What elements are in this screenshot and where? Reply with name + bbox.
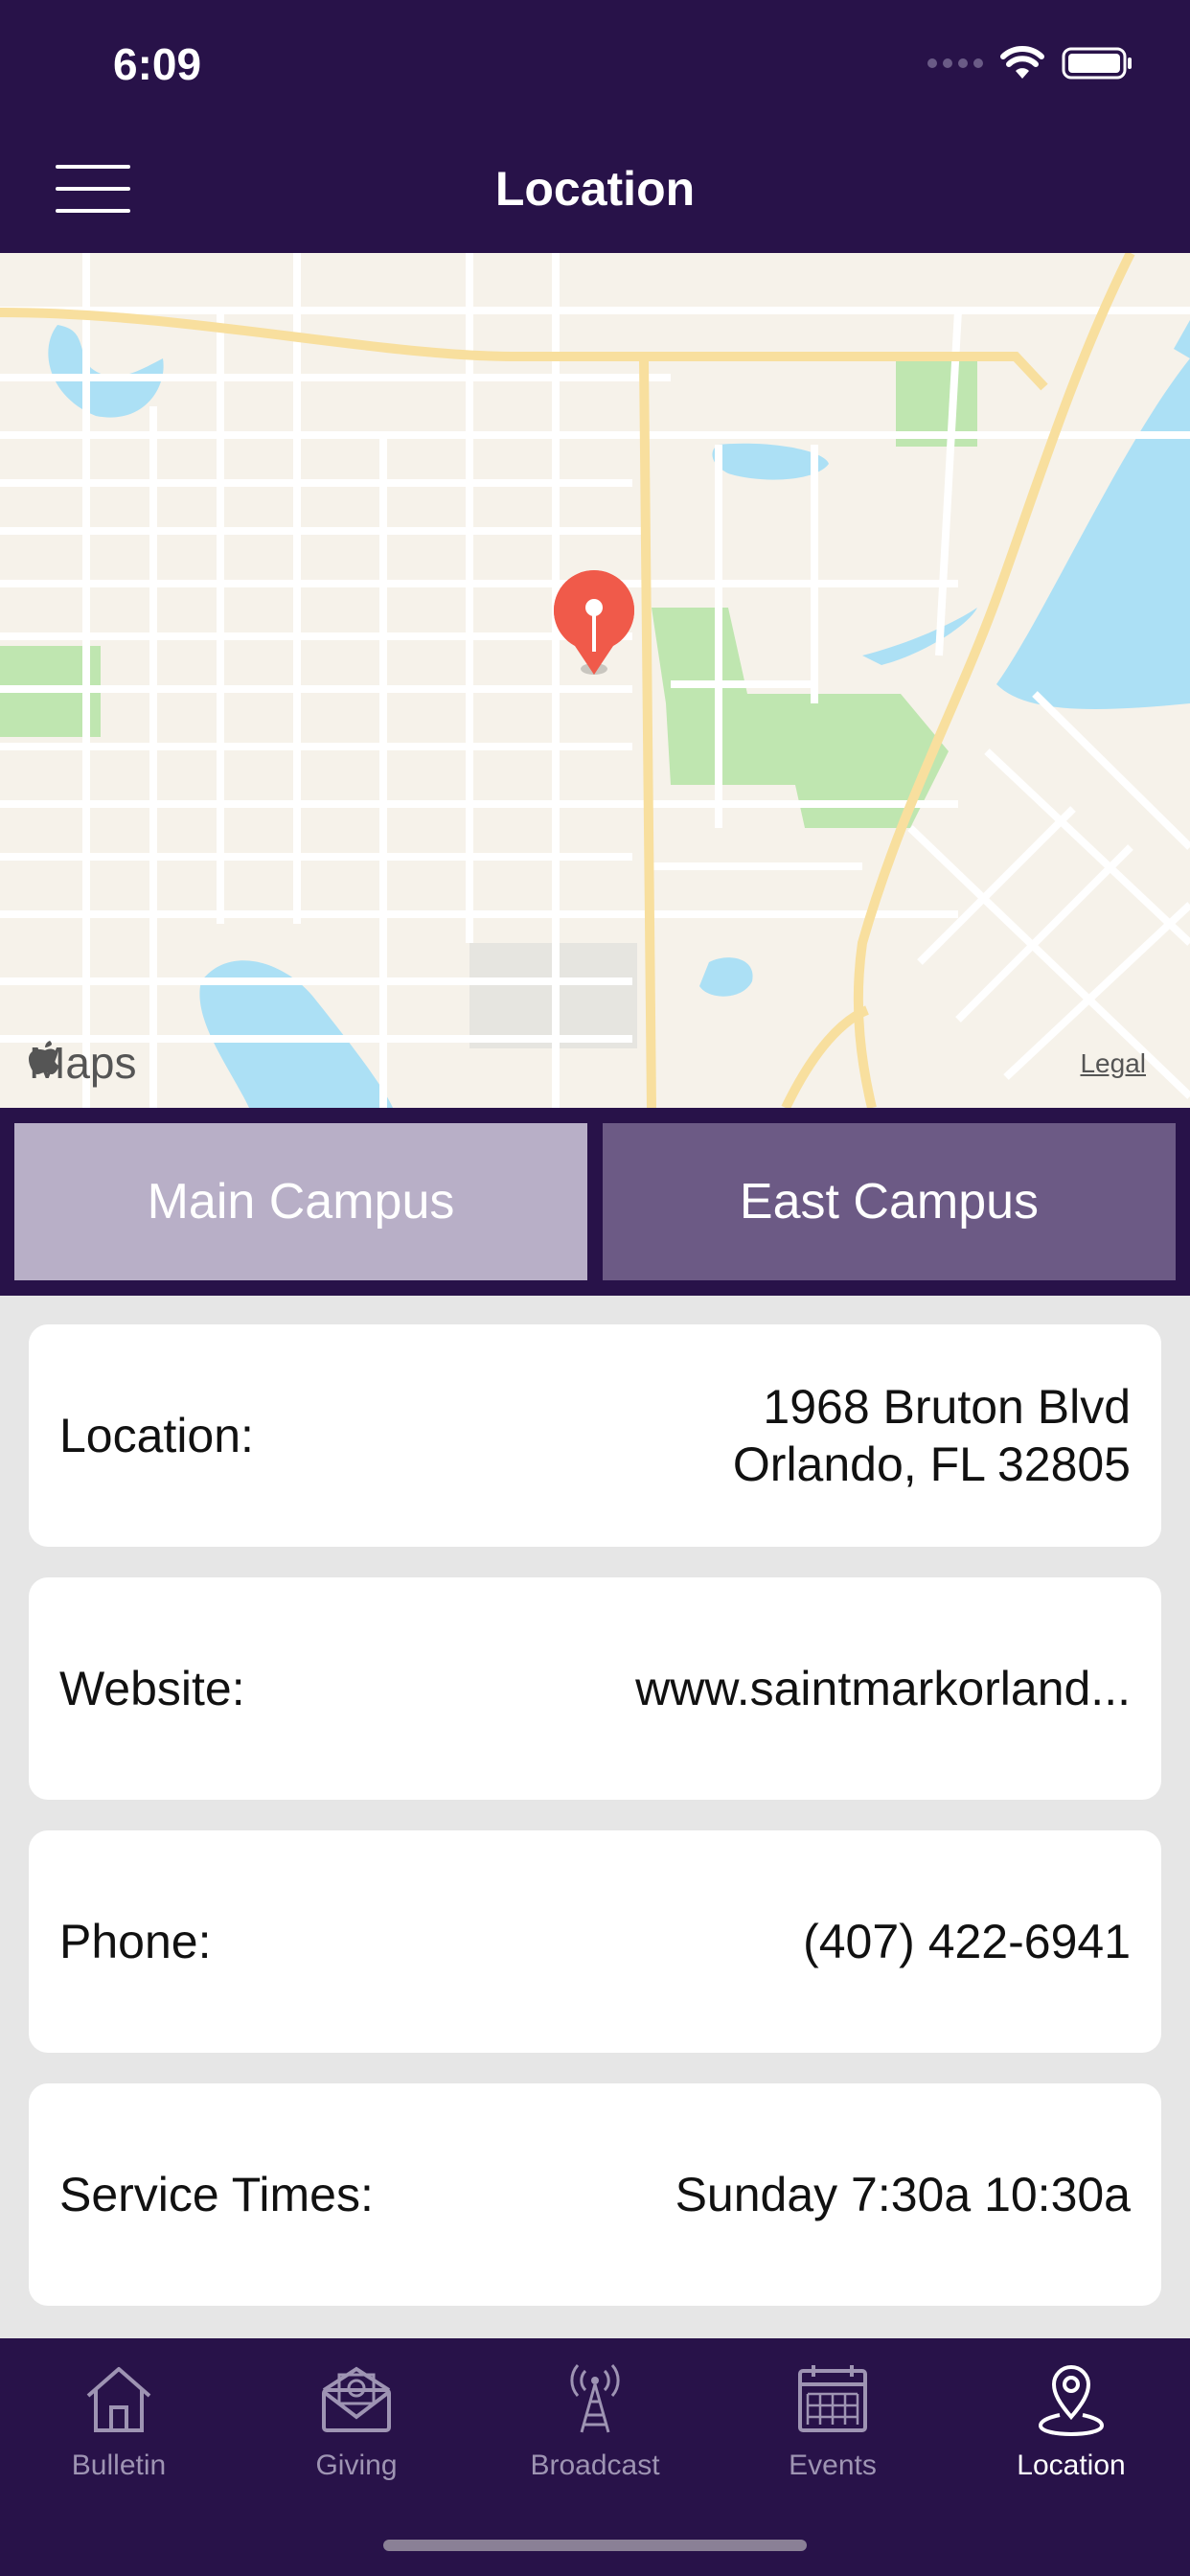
location-card[interactable]: Location: 1968 Bruton Blvd Orlando, FL 3… xyxy=(29,1324,1161,1547)
antenna-icon xyxy=(570,2364,620,2433)
house-icon xyxy=(86,2367,151,2432)
apple-maps-attribution: Maps xyxy=(29,1037,136,1089)
tab-location-label: Location xyxy=(1017,2450,1126,2481)
tab-giving[interactable]: Giving xyxy=(238,2358,475,2511)
tab-events[interactable]: Events xyxy=(714,2358,951,2511)
signal-icon xyxy=(927,58,983,68)
website-link[interactable]: www.saintmarkorland... xyxy=(635,1660,1131,1717)
map-pin-marker[interactable] xyxy=(553,570,634,675)
status-icons xyxy=(927,44,1134,82)
phone-card[interactable]: Phone: (407) 422-6941 xyxy=(29,1830,1161,2053)
legal-link[interactable]: Legal xyxy=(1080,1048,1146,1079)
website-card[interactable]: Website: www.saintmarkorland... xyxy=(29,1577,1161,1800)
status-time: 6:09 xyxy=(113,39,202,89)
map-canvas xyxy=(0,253,1190,1108)
address-line2: Orlando, FL 32805 xyxy=(732,1438,1131,1491)
tab-broadcast-label: Broadcast xyxy=(530,2450,660,2481)
location-label: Location: xyxy=(59,1409,254,1462)
tab-location[interactable]: Location xyxy=(952,2358,1190,2511)
nav-header: 6:09 Location xyxy=(0,0,1190,253)
location-address: 1968 Bruton Blvd Orlando, FL 32805 xyxy=(733,1378,1131,1493)
envelope-icon xyxy=(322,2366,391,2432)
phone-label: Phone: xyxy=(59,1915,212,1968)
tab-bulletin[interactable]: Bulletin xyxy=(0,2358,238,2511)
map-pin-icon xyxy=(1038,2365,1105,2437)
wifi-icon xyxy=(1000,46,1044,79)
east-campus-button[interactable]: East Campus xyxy=(603,1123,1176,1280)
service-times-value: Sunday 7:30a 10:30a xyxy=(675,2168,1131,2221)
tab-events-label: Events xyxy=(789,2450,877,2481)
map-view[interactable]: Maps Legal xyxy=(0,253,1190,1108)
apple-logo-icon xyxy=(29,1041,59,1074)
home-indicator xyxy=(383,2540,807,2551)
main-campus-button[interactable]: Main Campus xyxy=(14,1123,587,1280)
battery-icon xyxy=(1062,47,1132,80)
address-line1: 1968 Bruton Blvd xyxy=(763,1380,1131,1434)
calendar-icon xyxy=(798,2365,867,2432)
service-times-card: Service Times: Sunday 7:30a 10:30a xyxy=(29,2083,1161,2306)
website-label: Website: xyxy=(59,1662,245,1715)
campus-selector: Main Campus East Campus xyxy=(0,1108,1190,1296)
page-title: Location xyxy=(494,162,696,216)
tab-bulletin-label: Bulletin xyxy=(71,2450,167,2481)
tab-broadcast[interactable]: Broadcast xyxy=(476,2358,714,2511)
phone-number[interactable]: (407) 422-6941 xyxy=(803,1913,1131,1970)
tab-giving-label: Giving xyxy=(315,2450,398,2481)
service-times-label: Service Times: xyxy=(59,2168,374,2221)
